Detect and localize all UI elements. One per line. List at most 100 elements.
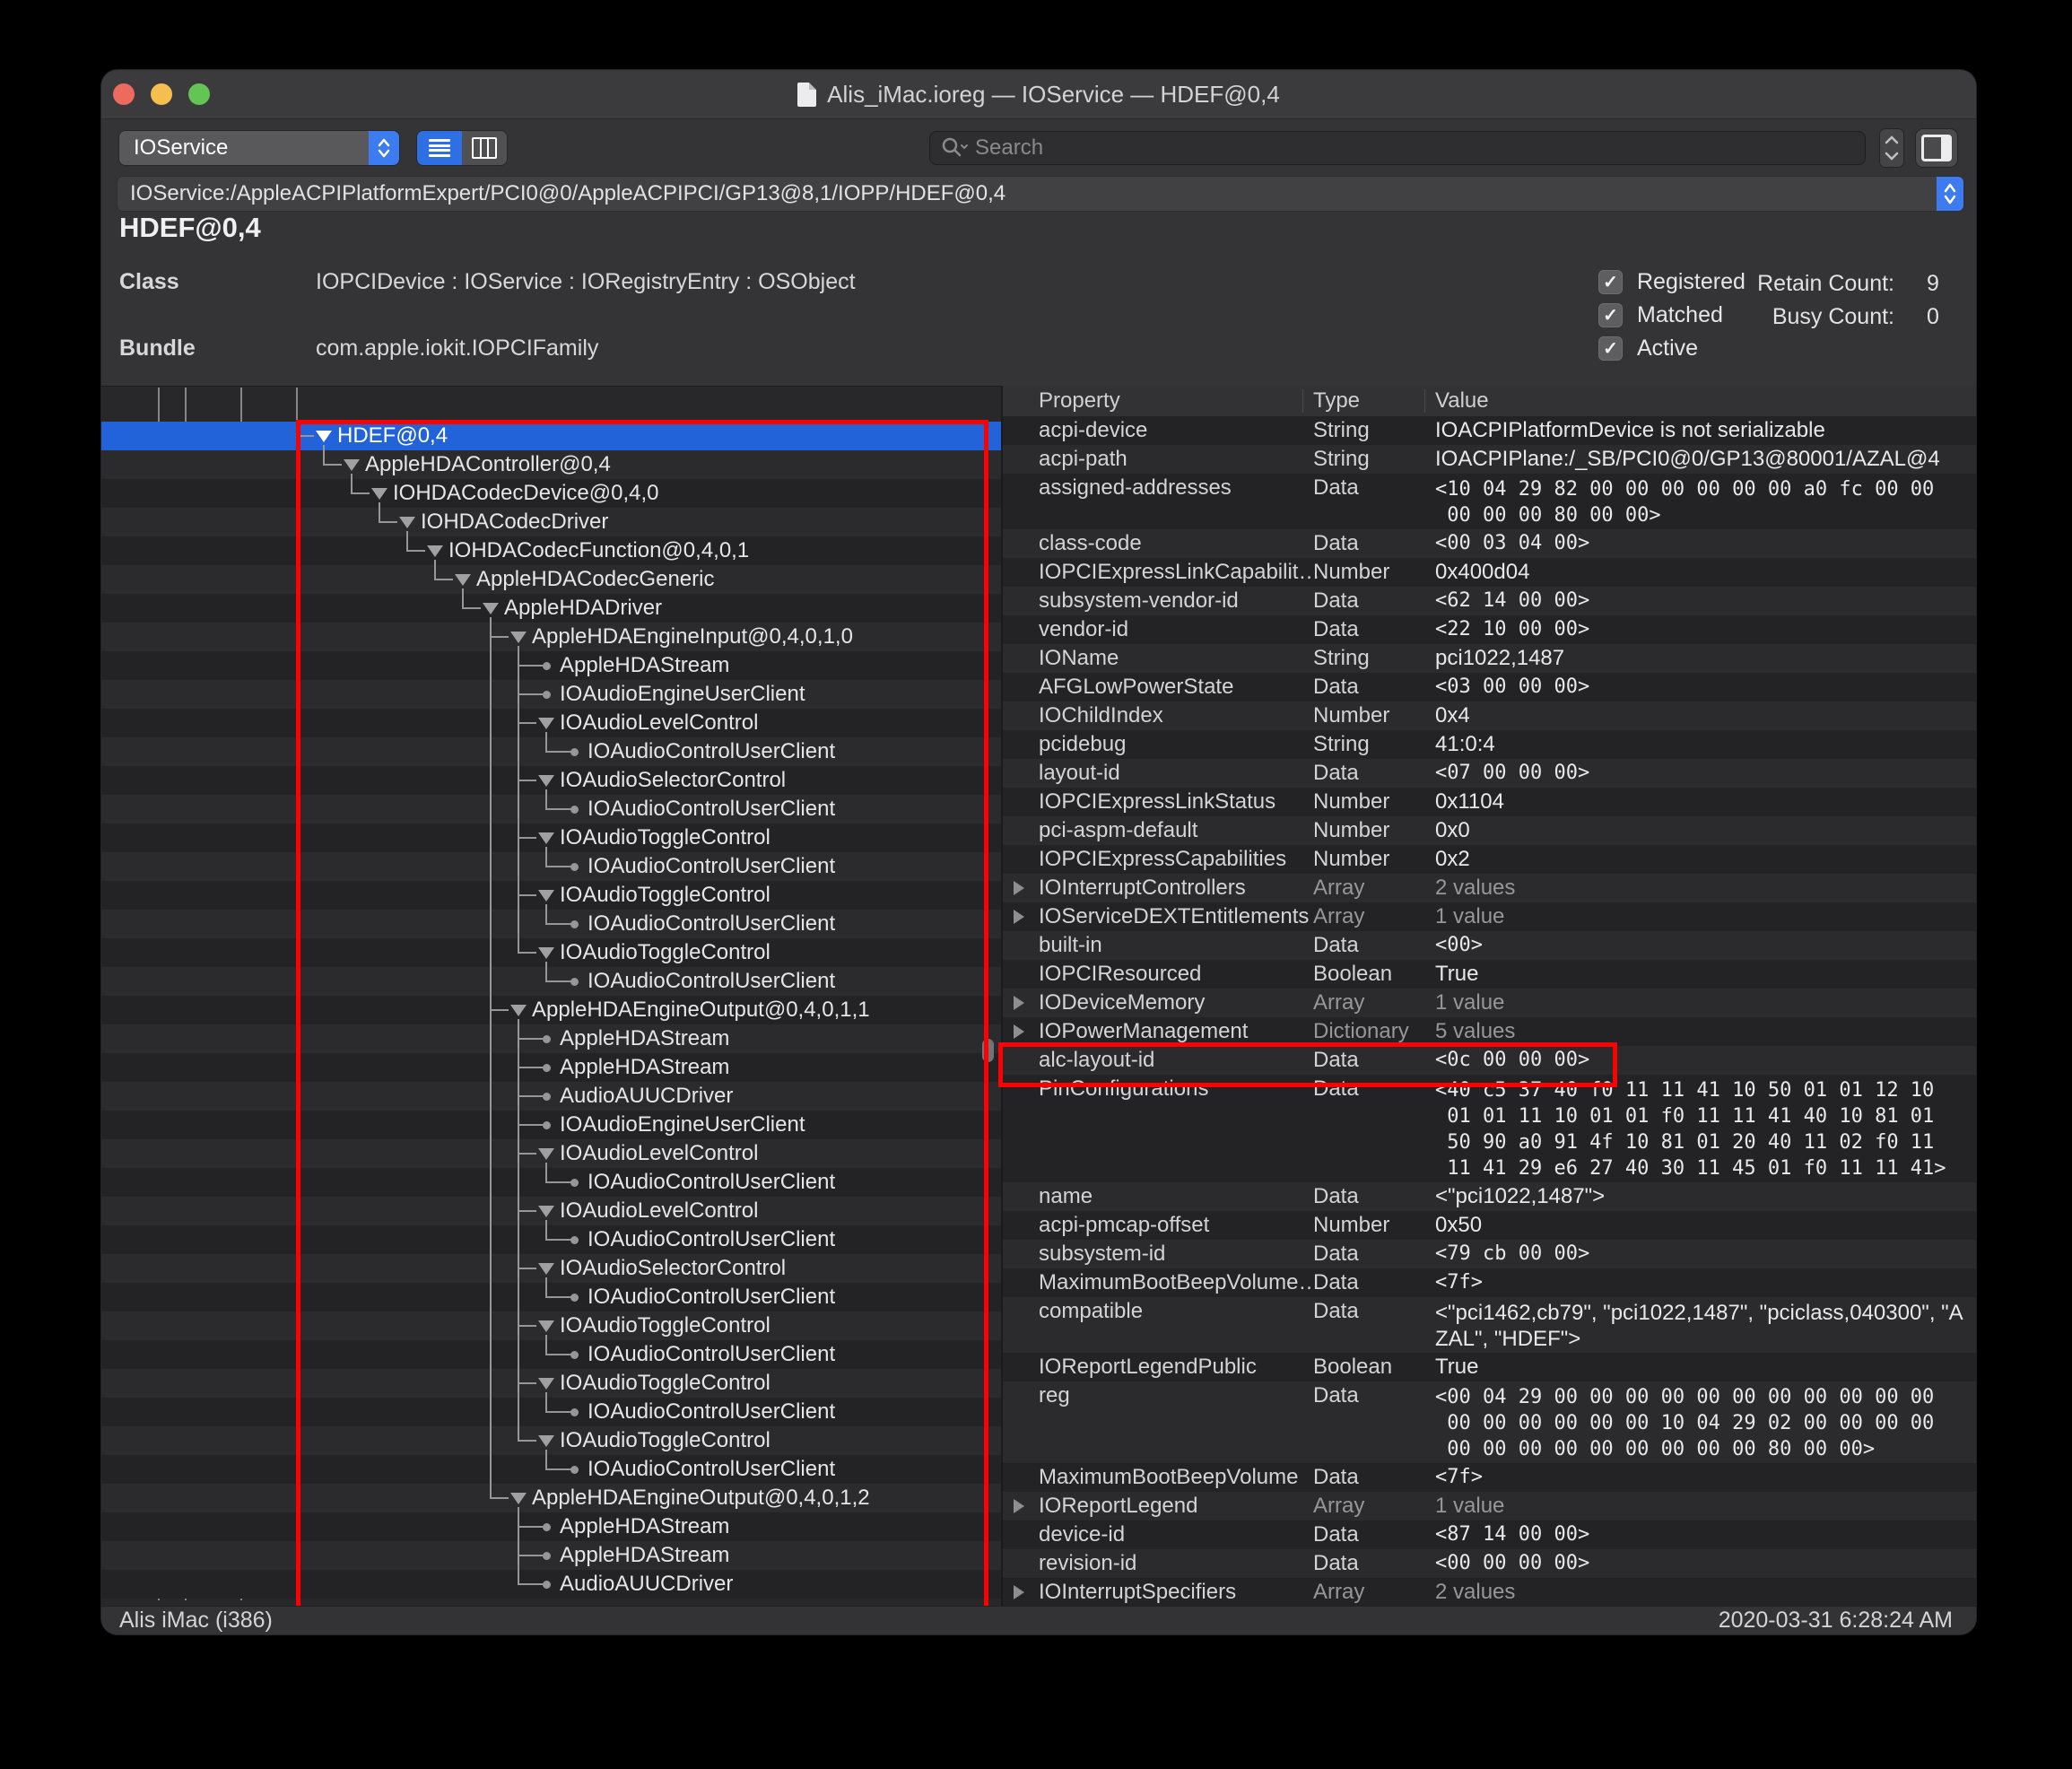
- property-row[interactable]: IOInterruptControllersArray2 values: [1003, 874, 1976, 902]
- tree-row-label[interactable]: IOAudioControlUserClient: [588, 852, 835, 881]
- plane-popup-button[interactable]: IOService: [119, 131, 399, 165]
- property-row[interactable]: IOPCIExpressLinkStatusNumber0x1104: [1003, 788, 1976, 816]
- tree-row-label[interactable]: IOHDACodecDevice@0,4,0: [393, 479, 658, 508]
- property-row[interactable]: subsystem-vendor-idData<62 14 00 00>: [1003, 587, 1976, 615]
- tree-row-label[interactable]: AudioAUUCDriver: [560, 1082, 733, 1111]
- disclosure-triangle-icon[interactable]: [538, 1378, 554, 1390]
- disclosure-triangle-icon[interactable]: [399, 517, 415, 528]
- property-row[interactable]: IOInterruptSpecifiersArray2 values: [1003, 1578, 1976, 1606]
- property-row[interactable]: alc-layout-idData<0c 00 00 00>: [1003, 1046, 1976, 1075]
- tree-row-label[interactable]: IOAudioToggleControl: [560, 1426, 770, 1455]
- tree-row-label[interactable]: AppleHDAStream: [560, 1541, 729, 1570]
- tree-row-label[interactable]: AppleHDAEngineOutput@0,4,0,1,2: [532, 1484, 870, 1512]
- tree-row[interactable]: [101, 422, 1001, 450]
- disclosure-triangle-icon[interactable]: [316, 431, 332, 442]
- disclosure-triangle-icon[interactable]: [510, 1493, 527, 1504]
- property-row[interactable]: acpi-pmcap-offsetNumber0x50: [1003, 1211, 1976, 1240]
- disclosure-triangle-icon[interactable]: [538, 1206, 554, 1217]
- column-header-type[interactable]: Type: [1313, 386, 1360, 416]
- tree-row-label[interactable]: IOAudioToggleControl: [560, 881, 770, 910]
- tree-row[interactable]: [101, 1512, 1001, 1541]
- tree-row-label[interactable]: HDEF@0,4: [337, 422, 448, 450]
- tree-row-label[interactable]: IOAudioControlUserClient: [588, 1340, 835, 1369]
- property-row[interactable]: PinConfigurationsData<40 c5 37 40 f0 11 …: [1003, 1075, 1976, 1182]
- tree-row-label[interactable]: AppleHDAStream: [560, 1024, 729, 1053]
- tree-row-label[interactable]: IOAudioEngineUserClient: [560, 680, 805, 709]
- tree-row-label[interactable]: AppleHDACodecGeneric: [476, 565, 714, 594]
- tree-row-label[interactable]: IOAudioControlUserClient: [588, 967, 835, 996]
- column-header-value[interactable]: Value: [1435, 386, 1489, 416]
- property-row[interactable]: subsystem-idData<79 cb 00 00>: [1003, 1240, 1976, 1268]
- tree-row-label[interactable]: AppleHDAController@0,4: [365, 450, 611, 479]
- tree-row-label[interactable]: IOAudioToggleControl: [560, 1369, 770, 1398]
- column-separator[interactable]: [1302, 389, 1303, 413]
- tree-row-label[interactable]: AppleHDAEngineInput@0,4,0,1,0: [532, 623, 853, 651]
- disclosure-triangle-icon[interactable]: [1014, 1024, 1024, 1039]
- disclosure-triangle-icon[interactable]: [538, 832, 554, 844]
- active-checkbox[interactable]: ✓: [1598, 336, 1623, 361]
- property-row[interactable]: acpi-deviceStringIOACPIPlatformDevice is…: [1003, 416, 1976, 445]
- column-separator[interactable]: [1424, 389, 1425, 413]
- tree-row-label[interactable]: IOHDACodecFunction@0,4,0,1: [448, 536, 749, 565]
- tree-row-label[interactable]: AppleHDAStream: [560, 651, 729, 680]
- disclosure-triangle-icon[interactable]: [510, 1005, 527, 1016]
- property-row[interactable]: class-codeData<00 03 04 00>: [1003, 529, 1976, 558]
- disclosure-triangle-icon[interactable]: [538, 1435, 554, 1447]
- tree-row[interactable]: [101, 651, 1001, 680]
- property-row[interactable]: compatibleData<"pci1462,cb79", "pci1022,…: [1003, 1297, 1976, 1353]
- column-header-property[interactable]: Property: [1039, 386, 1120, 416]
- disclosure-triangle-icon[interactable]: [1014, 996, 1024, 1010]
- property-row[interactable]: IOReportLegendPublicBooleanTrue: [1003, 1353, 1976, 1381]
- tree-row-label[interactable]: IOAudioLevelControl: [560, 1139, 758, 1168]
- titlebar[interactable]: Alis_iMac.ioreg — IOService — HDEF@0,4: [101, 70, 1976, 119]
- disclosure-triangle-icon[interactable]: [538, 890, 554, 902]
- tree-row-label[interactable]: IOAudioControlUserClient: [588, 1455, 835, 1484]
- property-row[interactable]: layout-idData<07 00 00 00>: [1003, 759, 1976, 788]
- tree-row[interactable]: [101, 680, 1001, 709]
- tree-row-label[interactable]: AppleHDAStream: [560, 1053, 729, 1082]
- tree-row-label[interactable]: AppleHDADriver: [504, 594, 662, 623]
- property-row[interactable]: IOPCIExpressCapabilitiesNumber0x2: [1003, 845, 1976, 874]
- property-row[interactable]: IOPCIExpressLinkCapabilit…Number0x400d04: [1003, 558, 1976, 587]
- tree-row-label[interactable]: IOAudioSelectorControl: [560, 766, 786, 795]
- tree-row-label[interactable]: IOAudioControlUserClient: [588, 737, 835, 766]
- tree-row-label[interactable]: IOAudioControlUserClient: [588, 1168, 835, 1197]
- property-row[interactable]: IOServiceDEXTEntitlementsArray1 value: [1003, 902, 1976, 931]
- disclosure-triangle-icon[interactable]: [1014, 881, 1024, 895]
- disclosure-triangle-icon[interactable]: [427, 545, 443, 557]
- disclosure-triangle-icon[interactable]: [1014, 1585, 1024, 1599]
- tree-row-label[interactable]: IOAudioLevelControl: [560, 1197, 758, 1225]
- property-row[interactable]: IOReportLegendArray1 value: [1003, 1492, 1976, 1521]
- path-stepper-icon[interactable]: [1937, 177, 1963, 211]
- matched-checkbox[interactable]: ✓: [1598, 303, 1623, 327]
- disclosure-triangle-icon[interactable]: [1014, 910, 1024, 924]
- property-row[interactable]: IOPowerManagementDictionary5 values: [1003, 1017, 1976, 1046]
- property-row[interactable]: AFGLowPowerStateData<03 00 00 00>: [1003, 673, 1976, 702]
- disclosure-triangle-icon[interactable]: [344, 459, 360, 471]
- tree-row-label[interactable]: IOAudioControlUserClient: [588, 1225, 835, 1254]
- property-row[interactable]: revision-idData<00 00 00 00>: [1003, 1549, 1976, 1578]
- property-row[interactable]: regData<00 04 29 00 00 00 00 00 00 00 00…: [1003, 1381, 1976, 1463]
- property-row[interactable]: acpi-pathStringIOACPIPlane:/_SB/PCI0@0/G…: [1003, 445, 1976, 474]
- tree-row-label[interactable]: IOAudioToggleControl: [560, 1312, 770, 1340]
- tree-row[interactable]: [101, 1541, 1001, 1570]
- tree-row-label[interactable]: AppleHDAStream: [560, 1512, 729, 1541]
- disclosure-triangle-icon[interactable]: [538, 718, 554, 729]
- disclosure-triangle-icon[interactable]: [483, 603, 499, 614]
- disclosure-triangle-icon[interactable]: [1014, 1499, 1024, 1513]
- tree-row-label[interactable]: IOAudioControlUserClient: [588, 1398, 835, 1426]
- disclosure-triangle-icon[interactable]: [538, 1320, 554, 1332]
- tree-row-label[interactable]: IOAudioControlUserClient: [588, 1283, 835, 1312]
- disclosure-triangle-icon[interactable]: [538, 775, 554, 787]
- tree-row-label[interactable]: AudioAUUCDriver: [560, 1570, 733, 1599]
- property-row[interactable]: pci-aspm-defaultNumber0x0: [1003, 816, 1976, 845]
- toggle-inspector-button[interactable]: [1916, 129, 1957, 167]
- tree-row-label[interactable]: AppleHDAEngineOutput@0,4,0,1,1: [532, 996, 870, 1024]
- list-view-button[interactable]: [417, 131, 462, 165]
- property-row[interactable]: pcidebugString41:0:4: [1003, 730, 1976, 759]
- property-row[interactable]: MaximumBootBeepVolumeData<7f>: [1003, 1463, 1976, 1492]
- disclosure-triangle-icon[interactable]: [538, 1263, 554, 1275]
- disclosure-triangle-icon[interactable]: [538, 947, 554, 959]
- tree-row-label[interactable]: IOAudioToggleControl: [560, 824, 770, 852]
- property-row[interactable]: IODeviceMemoryArray1 value: [1003, 989, 1976, 1017]
